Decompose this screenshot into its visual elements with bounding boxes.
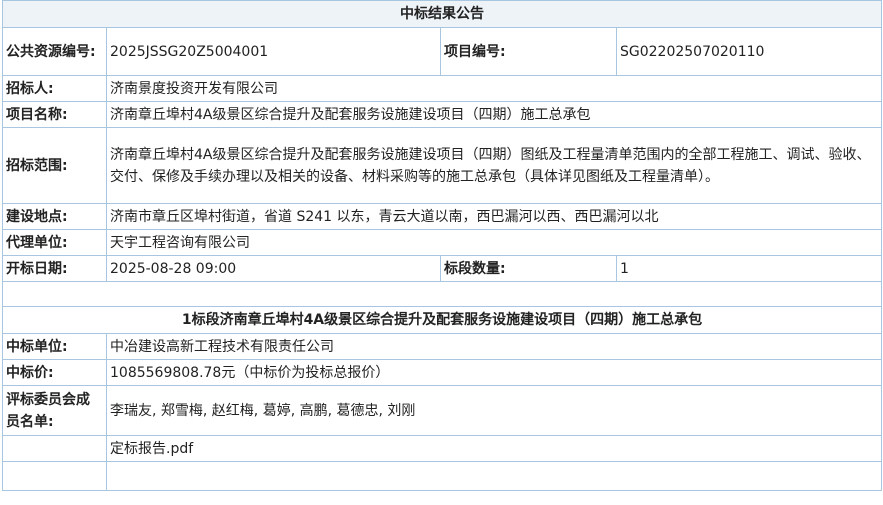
scope-label: 招标范围: <box>2 127 107 204</box>
bid-result-table: 中标结果公告 公共资源编号: 2025JSSG20Z5004001 项目编号: … <box>2 0 882 491</box>
committee-label: 评标委员会成员名单: <box>2 385 107 436</box>
committee-value: 李瑞友, 郑雪梅, 赵红梅, 葛婷, 高鹏, 葛德忠, 刘刚 <box>106 385 882 436</box>
section-count-value: 1 <box>616 255 882 282</box>
resource-no-label: 公共资源编号: <box>2 27 107 76</box>
tenderer-label: 招标人: <box>2 75 107 102</box>
bottom-empty-cell-left <box>2 461 107 491</box>
attachment-link[interactable]: 定标报告.pdf <box>110 441 193 457</box>
attachment-cell: 定标报告.pdf <box>106 435 882 462</box>
attachment-empty-cell <box>2 435 107 462</box>
price-label: 中标价: <box>2 359 107 386</box>
open-date-value: 2025-08-28 09:00 <box>106 255 441 282</box>
bottom-empty-cell-right <box>106 461 882 491</box>
agency-value: 天宇工程咨询有限公司 <box>106 229 882 256</box>
winner-label: 中标单位: <box>2 333 107 360</box>
spacer-row <box>2 281 882 307</box>
project-no-label: 项目编号: <box>440 27 617 76</box>
tenderer-value: 济南景度投资开发有限公司 <box>106 75 882 102</box>
scope-value: 济南章丘埠村4A级景区综合提升及配套服务设施建设项目（四期）图纸及工程量清单范围… <box>106 127 882 204</box>
open-date-label: 开标日期: <box>2 255 107 282</box>
winner-value: 中冶建设高新工程技术有限责任公司 <box>106 333 882 360</box>
project-name-label: 项目名称: <box>2 101 107 128</box>
price-value: 1085569808.78元（中标价为投标总报价） <box>106 359 882 386</box>
location-label: 建设地点: <box>2 203 107 230</box>
section-heading: 1标段济南章丘埠村4A级景区综合提升及配套服务设施建设项目（四期）施工总承包 <box>2 306 882 334</box>
location-value: 济南市章丘区埠村街道，省道 S241 以东，青云大道以南，西巴漏河以西、西巴漏河… <box>106 203 882 230</box>
resource-no-value: 2025JSSG20Z5004001 <box>106 27 441 76</box>
project-no-value: SG02202507020110 <box>616 27 882 76</box>
project-name-value: 济南章丘埠村4A级景区综合提升及配套服务设施建设项目（四期）施工总承包 <box>106 101 882 128</box>
page-title: 中标结果公告 <box>2 0 882 28</box>
agency-label: 代理单位: <box>2 229 107 256</box>
section-count-label: 标段数量: <box>440 255 617 282</box>
